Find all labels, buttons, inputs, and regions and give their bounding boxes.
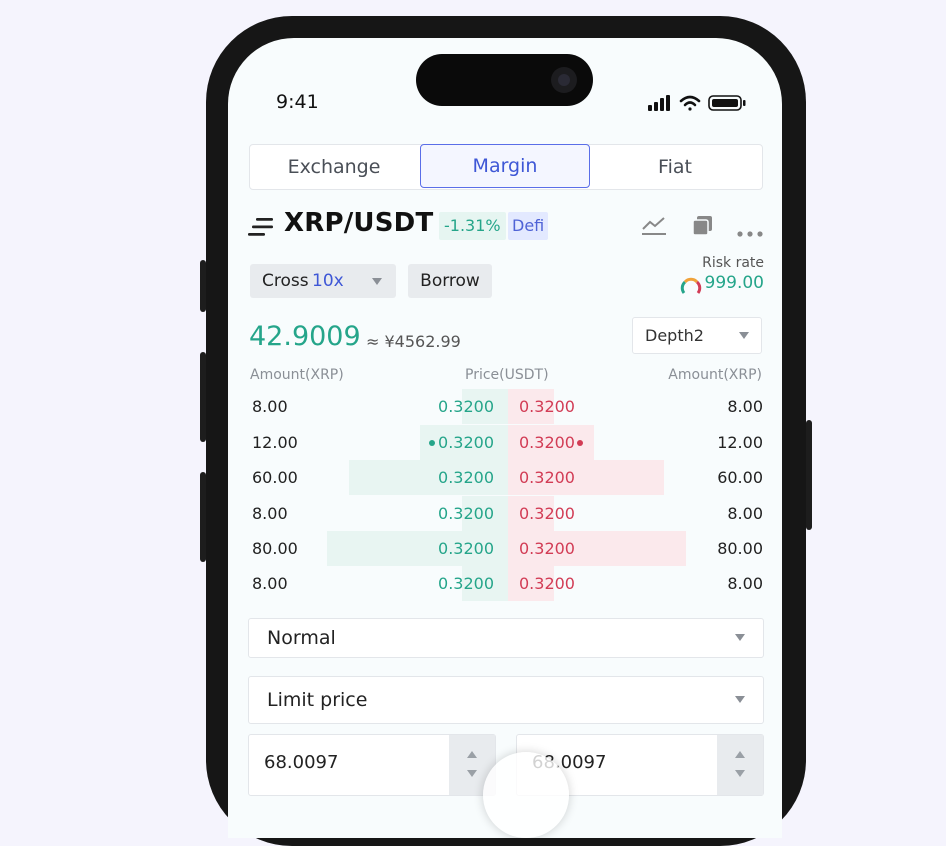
price-change-badge: -1.31% <box>439 212 506 240</box>
bid-price: 0.3200 <box>438 433 494 452</box>
bid-amount: 60.00 <box>252 468 298 487</box>
ask-price: 0.3200 <box>519 504 575 523</box>
depth-label: Depth2 <box>645 326 704 345</box>
chevron-down-icon <box>735 696 745 703</box>
ask-price: 0.3200 <box>519 433 575 452</box>
price-type-select[interactable]: Limit price <box>248 676 764 724</box>
ask-price: 0.3200 <box>519 397 575 416</box>
decrement-icon[interactable] <box>735 770 745 777</box>
dynamic-island <box>416 54 593 106</box>
ask-amount: 80.00 <box>717 539 763 558</box>
tab-exchange[interactable]: Exchange <box>250 145 418 189</box>
chevron-down-icon <box>735 634 745 641</box>
depth-select[interactable]: Depth2 <box>632 317 762 354</box>
margin-mode-select[interactable]: Cross 10x <box>250 264 396 298</box>
ask-amount: 60.00 <box>717 468 763 487</box>
order-book-row[interactable]: 8.00 0.3200 0.3200 8.00 <box>228 566 782 602</box>
bid-price: 0.3200 <box>438 574 494 593</box>
chart-line-icon[interactable] <box>641 214 667 240</box>
fiat-value: ≈ ¥4562.99 <box>366 332 461 351</box>
mute-switch <box>200 472 206 562</box>
price-header: Price(USDT) <box>465 367 549 383</box>
trading-pair-title[interactable]: XRP/USDT <box>284 208 433 238</box>
ask-price: 0.3200 <box>519 539 575 558</box>
battery-icon <box>708 95 746 111</box>
order-type-value: Normal <box>267 627 336 649</box>
borrow-button[interactable]: Borrow <box>408 264 492 298</box>
decrement-icon[interactable] <box>467 770 477 777</box>
market-tabs: Exchange Margin Fiat <box>249 144 763 190</box>
bid-amount: 8.00 <box>252 574 288 593</box>
ask-amount: 8.00 <box>727 574 763 593</box>
order-book-row[interactable]: 8.00 0.3200 0.3200 8.00 <box>228 496 782 532</box>
order-book-row[interactable]: 60.00 0.3200 0.3200 60.00 <box>228 460 782 496</box>
bid-amount-header: Amount(XRP) <box>250 367 344 383</box>
price-input[interactable]: 68.0097 <box>264 752 338 773</box>
risk-gauge-icon <box>680 276 702 300</box>
ask-amount: 12.00 <box>717 433 763 452</box>
bid-marker-dot <box>429 440 435 446</box>
ask-amount-header: Amount(XRP) <box>668 367 762 383</box>
status-icons <box>648 94 758 116</box>
bid-amount: 12.00 <box>252 433 298 452</box>
bid-price: 0.3200 <box>438 539 494 558</box>
tab-margin[interactable]: Margin <box>420 144 590 188</box>
ask-price: 0.3200 <box>519 574 575 593</box>
chevron-down-icon <box>739 332 749 339</box>
bid-amount: 8.00 <box>252 504 288 523</box>
increment-icon[interactable] <box>467 751 477 758</box>
touch-indicator <box>483 752 569 838</box>
price-stepper[interactable]: 68.0097 <box>248 734 496 796</box>
ask-price: 0.3200 <box>519 468 575 487</box>
defi-tag: Defi <box>508 212 549 240</box>
ask-amount: 8.00 <box>727 504 763 523</box>
order-book-row[interactable]: 8.00 0.3200 0.3200 8.00 <box>228 389 782 425</box>
leverage-value: 10x <box>312 271 344 291</box>
wifi-icon <box>679 95 701 111</box>
camera-icon <box>551 67 577 93</box>
power-button <box>806 420 812 530</box>
increment-icon[interactable] <box>735 751 745 758</box>
signal-icon <box>648 95 670 111</box>
chevron-down-icon <box>372 278 382 285</box>
more-icon[interactable] <box>737 222 763 241</box>
ask-marker-dot <box>577 440 583 446</box>
order-book-row[interactable]: 80.00 0.3200 0.3200 80.00 <box>228 531 782 567</box>
menu-icon[interactable] <box>248 216 274 242</box>
bid-price: 0.3200 <box>438 468 494 487</box>
bid-price: 0.3200 <box>438 397 494 416</box>
ask-amount: 8.00 <box>727 397 763 416</box>
status-time: 9:41 <box>276 91 319 113</box>
tab-fiat[interactable]: Fiat <box>590 145 760 189</box>
margin-mode-label: Cross <box>262 271 309 291</box>
amount-stepper-controls <box>717 735 763 795</box>
volume-up-button <box>200 260 206 312</box>
volume-down-button <box>200 352 206 442</box>
bid-amount: 8.00 <box>252 397 288 416</box>
price-type-value: Limit price <box>267 689 368 711</box>
phone-screen: 9:41 Exchange Margin Fiat XRP/USDT -1.31… <box>228 38 782 838</box>
copy-icon[interactable] <box>691 214 715 242</box>
risk-rate-value: 999.00 <box>704 273 764 293</box>
last-price: 42.9009 <box>249 321 361 352</box>
bid-amount: 80.00 <box>252 539 298 558</box>
risk-rate-label: Risk rate <box>702 255 764 271</box>
bid-price: 0.3200 <box>438 504 494 523</box>
order-type-select[interactable]: Normal <box>248 618 764 658</box>
order-book-row[interactable]: 12.00 0.3200 0.3200 12.00 <box>228 425 782 461</box>
